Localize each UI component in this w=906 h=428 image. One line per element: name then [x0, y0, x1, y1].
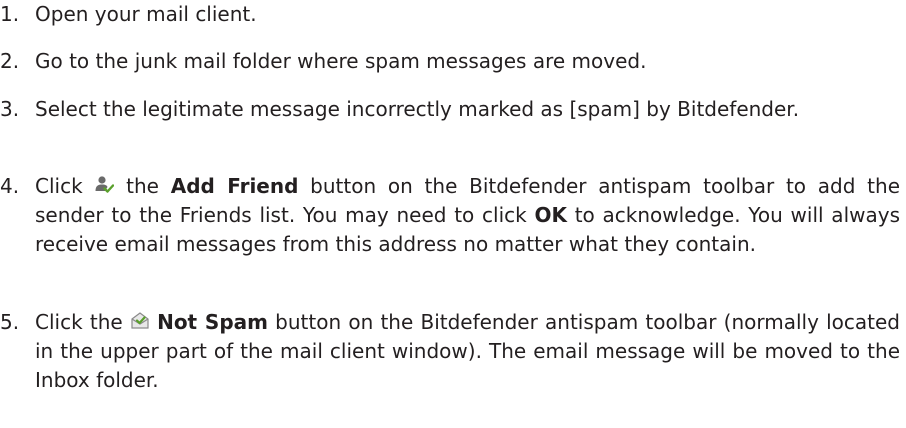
step-5-number: 5.	[0, 310, 20, 334]
step-5-pre: Click the	[35, 310, 130, 334]
step-4-body: Click the Add Friend button on the Bitde…	[35, 172, 900, 259]
step-3-number: 3.	[0, 97, 20, 121]
add-friend-icon	[94, 174, 115, 194]
step-4-pre: Click	[35, 174, 83, 198]
step-1-number: 1.	[0, 2, 20, 26]
ok-button-label: OK	[534, 203, 567, 227]
step-2-number: 2.	[0, 49, 20, 73]
step-4-mid-before: the	[114, 174, 171, 198]
step-2-text: Go to the junk mail folder where spam me…	[35, 49, 647, 73]
step-4-number: 4.	[0, 174, 20, 198]
step-5-body: Click the Not Spam button on the Bitdefe…	[35, 308, 900, 395]
add-friend-button-label: Add Friend	[170, 174, 299, 198]
not-spam-button-label: Not Spam	[157, 310, 268, 334]
step-3-text: Select the legitimate message incorrectl…	[35, 97, 800, 121]
not-spam-icon	[130, 310, 150, 330]
step-1-text: Open your mail client.	[35, 2, 257, 26]
